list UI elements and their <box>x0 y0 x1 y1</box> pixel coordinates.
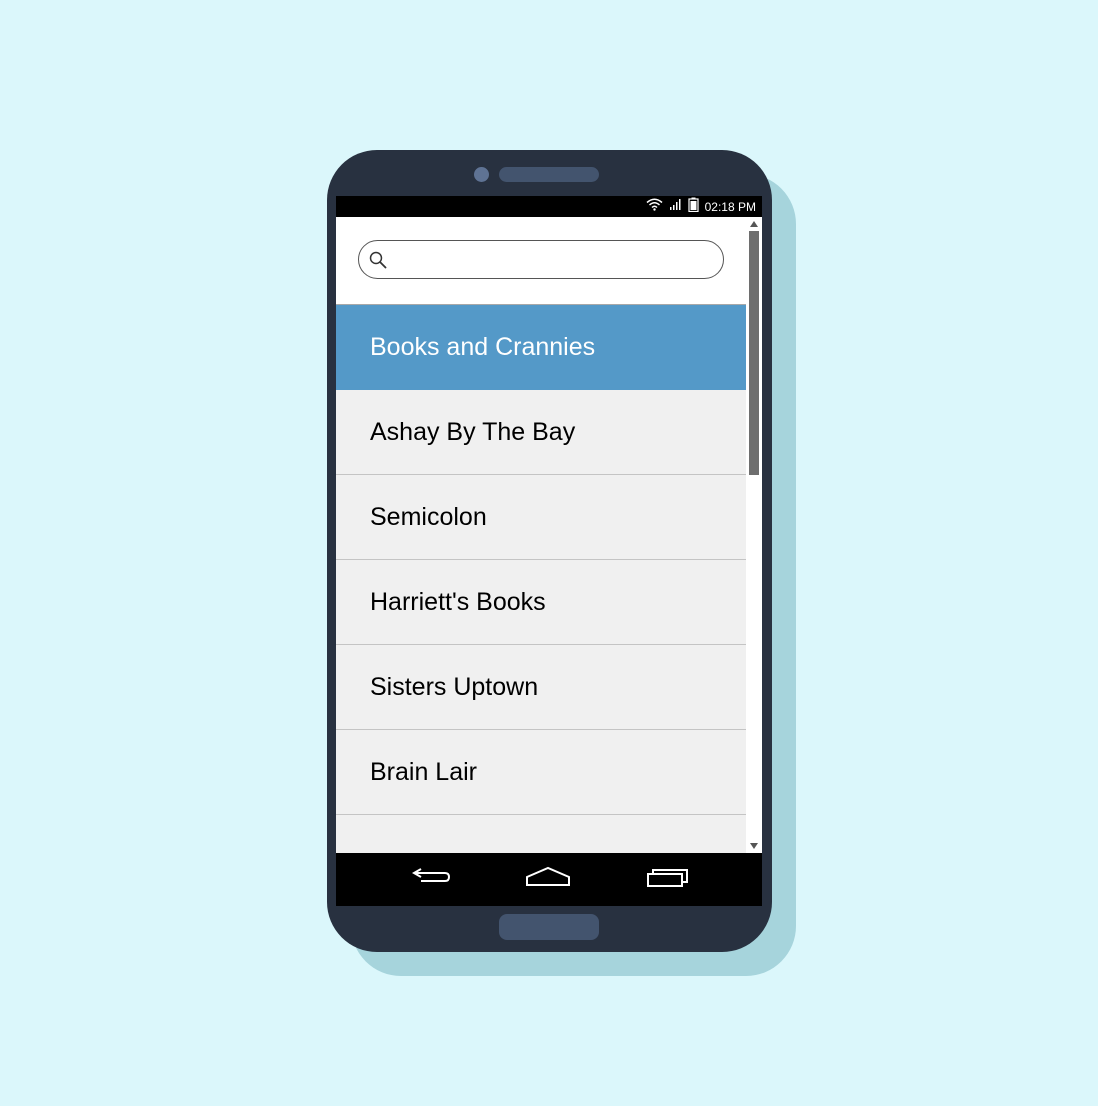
back-button[interactable] <box>404 863 454 895</box>
list-item[interactable]: Ashay By The Bay <box>336 390 746 475</box>
status-bar: 02:18 PM <box>336 196 762 217</box>
phone-screen: 02:18 PM Books and Crannies Ashay By The… <box>336 196 762 906</box>
scroll-down-arrow-icon[interactable] <box>748 840 760 852</box>
list-item-label: Sisters Uptown <box>370 672 539 701</box>
recents-icon <box>646 866 690 893</box>
signal-icon <box>669 198 682 216</box>
earpiece-speaker <box>499 167 599 182</box>
list-item-label: Brain Lair <box>370 757 477 786</box>
list-item[interactable]: Brain Lair <box>336 730 746 815</box>
list-item[interactable] <box>336 815 746 853</box>
status-icons: 02:18 PM <box>646 197 756 217</box>
list-item[interactable]: Books and Crannies <box>336 305 746 390</box>
search-icon <box>367 249 389 271</box>
wifi-icon <box>646 198 663 216</box>
back-icon <box>407 865 451 894</box>
battery-icon <box>688 197 699 217</box>
app-content: Books and Crannies Ashay By The Bay Semi… <box>336 217 762 853</box>
list-item-label: Semicolon <box>370 502 487 531</box>
scrollbar[interactable] <box>746 217 762 853</box>
scroll-thumb[interactable] <box>749 231 759 475</box>
store-list: Books and Crannies Ashay By The Bay Semi… <box>336 305 746 853</box>
list-item-label: Ashay By The Bay <box>370 417 576 446</box>
list-item[interactable]: Harriett's Books <box>336 560 746 645</box>
search-box[interactable] <box>358 240 724 279</box>
scroll-up-arrow-icon[interactable] <box>748 218 760 230</box>
search-input[interactable] <box>393 243 707 276</box>
search-area <box>336 217 746 305</box>
list-item-label: Harriett's Books <box>370 587 546 616</box>
list-item-label: Books and Crannies <box>370 332 596 361</box>
home-button[interactable] <box>523 863 573 895</box>
physical-home-button[interactable] <box>499 914 599 940</box>
recents-button[interactable] <box>643 863 693 895</box>
phone-body: 02:18 PM Books and Crannies Ashay By The… <box>327 150 772 952</box>
navigation-bar <box>336 853 762 906</box>
list-item[interactable]: Semicolon <box>336 475 746 560</box>
home-icon <box>525 866 571 893</box>
status-time: 02:18 PM <box>704 199 756 214</box>
list-item[interactable]: Sisters Uptown <box>336 645 746 730</box>
front-camera <box>474 167 489 182</box>
